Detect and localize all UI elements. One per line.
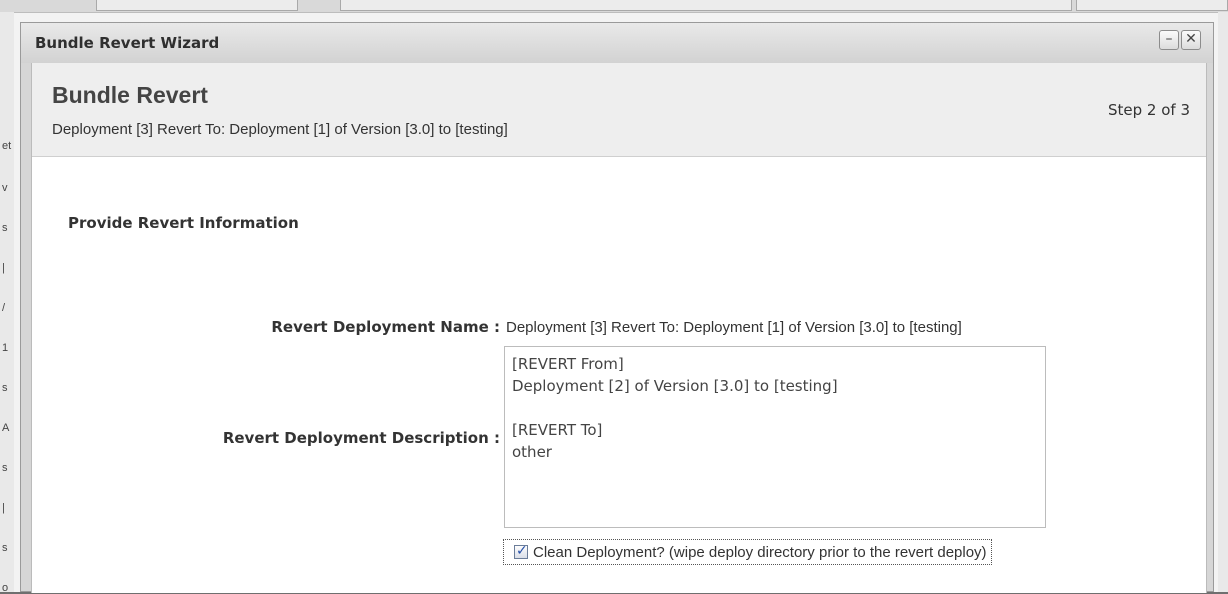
- wizard-header: Bundle Revert Deployment [3] Revert To: …: [32, 63, 1206, 157]
- revert-name-value: Deployment [3] Revert To: Deployment [1]…: [506, 319, 962, 336]
- background-toolbar-segment: [96, 0, 298, 11]
- background-text-fragment: 1: [2, 342, 9, 354]
- clean-deployment-checkbox-row[interactable]: ✓ Clean Deployment? (wipe deploy directo…: [503, 539, 992, 565]
- background-toolbar: [0, 0, 1228, 13]
- minimize-icon: –: [1165, 31, 1173, 47]
- clean-deployment-checkbox[interactable]: ✓: [514, 543, 528, 559]
- dialog-title: Bundle Revert Wizard: [35, 34, 220, 52]
- background-left-panel: et v s | / 1 s A s | s o: [0, 12, 14, 594]
- background-right-panel: [1218, 12, 1228, 592]
- revert-description-label: Revert Deployment Description :: [222, 429, 500, 447]
- revert-name-label: Revert Deployment Name :: [271, 318, 500, 336]
- background-text-fragment: A: [2, 422, 10, 434]
- checkmark-icon: ✓: [516, 543, 528, 559]
- background-toolbar-segment: [1076, 0, 1228, 11]
- background-text-fragment: /: [2, 302, 6, 314]
- section-title: Provide Revert Information: [68, 214, 299, 232]
- background-text-fragment: s: [2, 382, 8, 394]
- background-text-fragment: s: [2, 222, 8, 234]
- background-text-fragment: |: [2, 262, 5, 274]
- clean-deployment-label[interactable]: Clean Deployment? (wipe deploy directory…: [533, 544, 987, 561]
- background-text-fragment: s: [2, 542, 8, 554]
- background-text-fragment: |: [2, 502, 5, 514]
- close-icon: ✕: [1185, 31, 1197, 47]
- background-text-fragment: et: [2, 140, 12, 152]
- background-toolbar-segment: [340, 0, 1072, 11]
- wizard-subtitle: Deployment [3] Revert To: Deployment [1]…: [52, 121, 508, 138]
- wizard-body: Bundle Revert Deployment [3] Revert To: …: [31, 63, 1207, 593]
- background-text-fragment: s: [2, 462, 8, 474]
- revert-description-textarea[interactable]: [REVERT From] Deployment [2] of Version …: [504, 346, 1046, 528]
- minimize-button[interactable]: –: [1159, 30, 1179, 50]
- background-text-fragment: o: [2, 582, 9, 594]
- wizard-title: Bundle Revert: [52, 82, 208, 108]
- wizard-step-indicator: Step 2 of 3: [1107, 101, 1190, 119]
- bundle-revert-dialog: Bundle Revert Wizard – ✕ Bundle Revert D…: [20, 22, 1214, 593]
- dialog-titlebar[interactable]: Bundle Revert Wizard – ✕: [21, 23, 1213, 63]
- background-text-fragment: v: [2, 182, 8, 194]
- close-button[interactable]: ✕: [1181, 30, 1201, 50]
